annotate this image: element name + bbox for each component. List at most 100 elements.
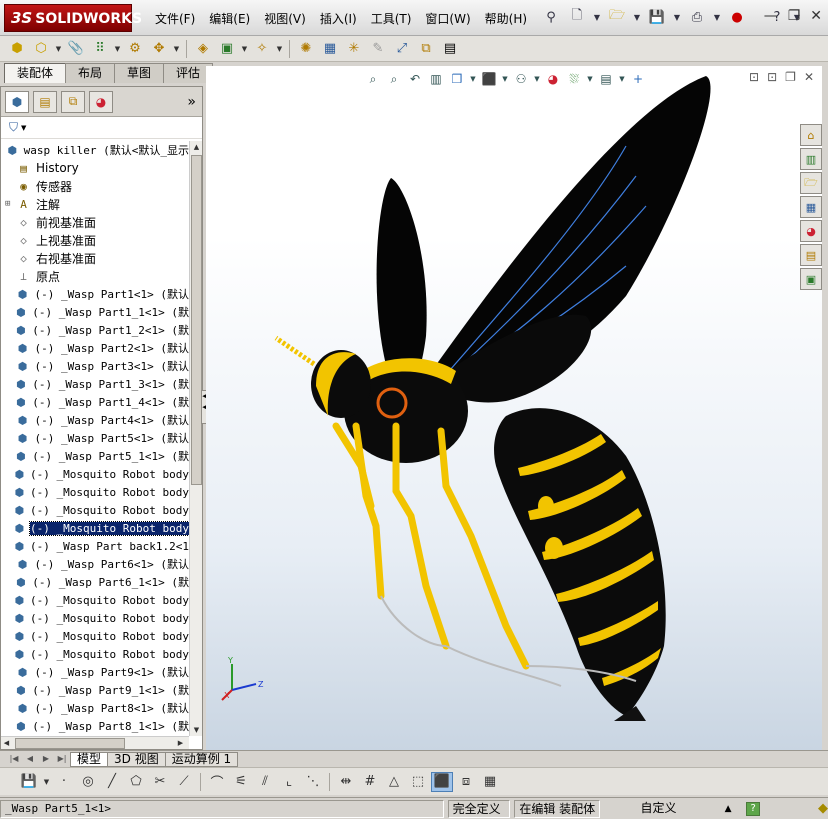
mirror-icon[interactable]: ⚟: [230, 772, 252, 792]
bill-of-materials-icon[interactable]: ▦: [319, 39, 341, 59]
tree-item[interactable]: ⬢ (-) _Wasp Part1_3<1> (默: [1, 375, 189, 393]
display-style-icon[interactable]: ⬛: [480, 70, 498, 88]
convert-entities-icon[interactable]: ⋱: [302, 772, 324, 792]
close-icon[interactable]: ✕: [810, 8, 822, 24]
tree-item[interactable]: ⬢ (-) _Wasp Part6<1> (默认: [1, 555, 189, 573]
tree-item[interactable]: ◉ 传感器: [1, 177, 189, 195]
pin-icon[interactable]: ⚲: [540, 6, 562, 28]
move-component-icon[interactable]: ✥: [148, 39, 170, 59]
view-settings-icon[interactable]: ▤: [597, 70, 615, 88]
open-folder-icon[interactable]: 🗁: [606, 6, 628, 28]
filter-icon[interactable]: ⛉: [9, 120, 18, 135]
shaded-view-icon[interactable]: ⬛: [431, 771, 453, 792]
menu-help[interactable]: 帮助(H): [478, 10, 534, 27]
tree-item[interactable]: ⬢ (-) _Wasp Part1<1> (默认: [1, 285, 189, 303]
camera-icon[interactable]: ⧈: [455, 772, 477, 792]
tree-item[interactable]: ⊥ 原点: [1, 267, 189, 285]
expand-icon[interactable]: ⊞: [5, 199, 15, 209]
custom-properties-icon[interactable]: ▤: [800, 244, 822, 266]
chevron-down-icon[interactable]: ▼: [672, 6, 682, 28]
line-icon[interactable]: ╱: [101, 772, 123, 792]
triangle-icon[interactable]: △: [383, 772, 405, 792]
smart-fasteners-icon[interactable]: ⚙: [124, 39, 146, 59]
solidworks-forum-icon[interactable]: ▣: [800, 268, 822, 290]
save-icon[interactable]: 💾: [18, 772, 40, 792]
chevron-down-icon[interactable]: ▼: [712, 6, 722, 28]
insert-components-icon[interactable]: ⬢: [6, 39, 28, 59]
new-part-icon[interactable]: ⬡: [30, 39, 52, 59]
assembly-features-icon[interactable]: ▣: [216, 39, 238, 59]
tree-item[interactable]: ⬢ (-) _Wasp Part2<1> (默认: [1, 339, 189, 357]
menu-insert[interactable]: 插入(I): [313, 10, 364, 27]
tree-item[interactable]: ⬢ (-) _Wasp Part3<1> (默认: [1, 357, 189, 375]
display-manager-tab-icon[interactable]: ◕: [89, 90, 113, 113]
configuration-manager-tab-icon[interactable]: ⧉: [61, 90, 85, 113]
scroll-thumb[interactable]: [15, 738, 125, 749]
chevron-down-icon[interactable]: ▼: [586, 70, 594, 88]
view-palette-icon[interactable]: ▦: [800, 196, 822, 218]
new-document-icon[interactable]: 🗋: [566, 6, 588, 28]
menu-edit[interactable]: 编辑(E): [202, 10, 257, 27]
tree-item[interactable]: ⬢ (-) _Wasp Part6_1<1> (默: [1, 573, 189, 591]
add-icon[interactable]: +: [629, 70, 647, 88]
status-units[interactable]: 自定义: [636, 800, 724, 818]
scroll-right-icon[interactable]: ▶: [175, 737, 186, 749]
next-tab-icon[interactable]: ▶: [38, 752, 54, 766]
zoom-to-area-icon[interactable]: ⌕: [385, 70, 403, 88]
chevron-down-icon[interactable]: ▼: [533, 70, 541, 88]
design-library-icon[interactable]: ▥: [800, 148, 822, 170]
close-icon[interactable]: ✕: [804, 70, 814, 84]
appearances-icon[interactable]: ◕: [800, 220, 822, 242]
chevron-down-icon[interactable]: ▼: [21, 124, 26, 132]
tree-item[interactable]: ⬢ (-) _Mosquito Robot body: [1, 609, 189, 627]
exploded-view-icon[interactable]: ✳: [343, 39, 365, 59]
tree-item[interactable]: ⬢ (-) _Wasp Part5_1<1> (默: [1, 447, 189, 465]
point-icon[interactable]: ·: [53, 772, 75, 792]
chevron-down-icon[interactable]: ▼: [54, 39, 63, 59]
linear-pattern-icon[interactable]: ⠿: [89, 39, 111, 59]
circle-icon[interactable]: ◎: [77, 772, 99, 792]
tree-item[interactable]: ⬢ (-) _Mosquito Robot body: [1, 627, 189, 645]
tree-item[interactable]: ⬢ (-) _Wasp Part1_1<1> (默: [1, 303, 189, 321]
chevron-down-icon[interactable]: ▼: [42, 772, 51, 792]
interference-detection-icon[interactable]: ⤢: [391, 39, 413, 59]
tree-item[interactable]: ⬢ (-) _Wasp Part9<1> (默认: [1, 663, 189, 681]
tree-item[interactable]: ⬢ (-) _Wasp Part5<1> (默认: [1, 429, 189, 447]
scroll-thumb[interactable]: [191, 155, 202, 485]
tree-horizontal-scrollbar[interactable]: ◀ ▶: [1, 736, 189, 749]
edit-appearance-icon[interactable]: ◕: [544, 70, 562, 88]
reference-geometry-icon[interactable]: ✧: [251, 39, 273, 59]
show-hidden-icon[interactable]: ◈: [192, 39, 214, 59]
home-icon[interactable]: ⌂: [800, 124, 822, 146]
property-manager-tab-icon[interactable]: ▤: [33, 90, 57, 113]
tab-sketch[interactable]: 草图: [114, 63, 165, 83]
table-icon[interactable]: ▦: [479, 772, 501, 792]
rebuild-traffic-light-icon[interactable]: ●: [726, 6, 748, 28]
smart-dimension-icon[interactable]: ⇹: [335, 772, 357, 792]
chevron-down-icon[interactable]: ▼: [240, 39, 249, 59]
tree-item[interactable]: ⬢ (-) _Wasp Part8_1<1> (默: [1, 717, 189, 735]
tree-item[interactable]: ⬢ (-) _Mosquito Robot body: [1, 465, 189, 483]
arc-icon[interactable]: ⌒: [206, 772, 228, 792]
tree-item[interactable]: ⊞ A 注解: [1, 195, 189, 213]
previous-view-icon[interactable]: ↶: [406, 70, 424, 88]
chevron-down-icon[interactable]: ▼: [618, 70, 626, 88]
menu-view[interactable]: 视图(V): [257, 10, 313, 27]
menu-file[interactable]: 文件(F): [148, 10, 202, 27]
tree-item[interactable]: ⬢ (-) _Wasp Part back1.2<1: [1, 537, 189, 555]
menu-window[interactable]: 窗口(W): [418, 10, 477, 27]
chevron-down-icon[interactable]: ▼: [275, 39, 284, 59]
tree-item[interactable]: ⬢ (-) _Mosquito Robot body: [1, 501, 189, 519]
grid-icon[interactable]: #: [359, 772, 381, 792]
mate-icon[interactable]: 📎: [65, 39, 87, 59]
print-icon[interactable]: ⎙: [686, 6, 708, 28]
restore-icon[interactable]: ❐: [788, 8, 801, 24]
help-icon[interactable]: ?: [746, 801, 760, 816]
first-tab-icon[interactable]: |◀: [6, 752, 22, 766]
feature-manager-tab-icon[interactable]: ⬢: [5, 90, 29, 113]
offset-icon[interactable]: ⫽: [254, 772, 276, 792]
wasp-model[interactable]: [206, 66, 822, 750]
view-orientation-icon[interactable]: ❒: [448, 70, 466, 88]
tree-item[interactable]: ▤ History: [1, 159, 189, 177]
tab-3d-view[interactable]: 3D 视图: [107, 751, 166, 767]
